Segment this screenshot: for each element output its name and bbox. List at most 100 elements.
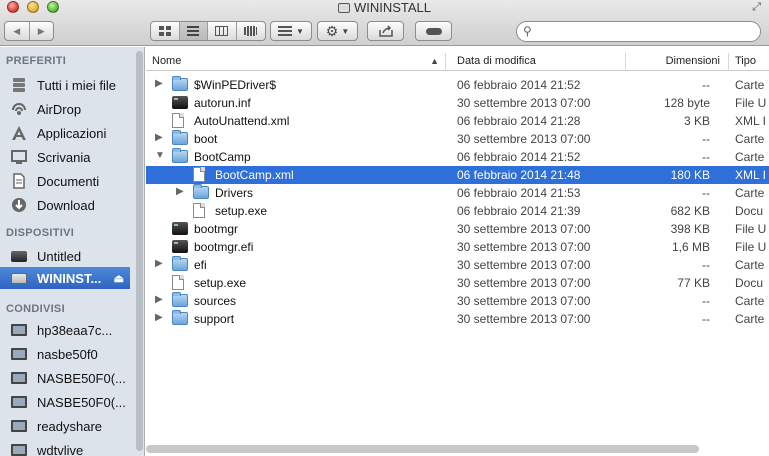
folder-icon	[172, 310, 188, 325]
file-name: setup.exe	[215, 204, 268, 218]
file-date: 06 febbraio 2014 21:28	[457, 114, 581, 128]
sidebar-item-documents[interactable]: Documenti	[10, 170, 135, 192]
sidebar-item-shared[interactable]: hp38eaa7c...	[10, 319, 135, 341]
file-name: BootCamp.xml	[215, 168, 294, 182]
sidebar-item-label: WININST...	[37, 270, 102, 286]
disclosure-closed-icon[interactable]: ▶	[176, 186, 184, 197]
screen-icon	[10, 321, 28, 339]
file-row[interactable]: bootmgr 30 settembre 2013 07:00 398 KB File…	[146, 220, 769, 238]
file-size: --	[702, 258, 710, 272]
sidebar-item-shared[interactable]: nasbe50f0	[10, 343, 135, 365]
disclosure-closed-icon[interactable]: ▶	[155, 294, 163, 305]
sidebar-item-untitled[interactable]: Untitled	[10, 245, 135, 267]
horizontal-scrollbar[interactable]	[146, 445, 699, 453]
file-row[interactable]: ▶ boot 30 settembre 2013 07:00 -- Carte	[146, 130, 769, 148]
sidebar-item-wininstall[interactable]: WININST... ⏏	[0, 267, 130, 289]
sidebar-item-shared[interactable]: wdtvlive	[10, 439, 135, 456]
document-icon	[193, 203, 205, 218]
file-row[interactable]: ▶ $WinPEDriver$ 06 febbraio 2014 21:52 -- Ca…	[146, 76, 769, 94]
column-view-button[interactable]	[208, 22, 237, 40]
sidebar-item-shared[interactable]: readyshare	[10, 415, 135, 437]
file-name: bootmgr.efi	[194, 240, 254, 254]
file-kind: Carte	[735, 150, 765, 164]
drive-icon	[337, 3, 350, 13]
file-row[interactable]: autorun.inf 30 settembre 2013 07:00 128 by…	[146, 94, 769, 112]
coverflow-view-button[interactable]	[237, 22, 265, 40]
file-name: Drivers	[215, 186, 253, 200]
file-row[interactable]: ▶ support 30 settembre 2013 07:00 -- Carte	[146, 310, 769, 328]
disclosure-open-icon[interactable]: ▼	[155, 150, 165, 161]
column-header-label: Nome	[152, 55, 182, 67]
file-name: AutoUnattend.xml	[194, 114, 290, 128]
file-date: 06 febbraio 2014 21:48	[457, 168, 581, 182]
executable-icon	[172, 240, 188, 253]
edit-tags-button[interactable]	[415, 21, 452, 41]
search-input[interactable]	[537, 24, 752, 39]
sidebar-item-applications[interactable]: Applicazioni	[10, 122, 135, 144]
forward-button[interactable]: ▶	[30, 22, 54, 40]
window-title: WININSTALL	[0, 0, 769, 15]
file-row[interactable]: BootCamp.xml 06 febbraio 2014 21:48 180 KB…	[146, 166, 769, 184]
column-header-label: Tipo	[735, 55, 756, 67]
applications-icon	[10, 124, 28, 142]
icon-view-button[interactable]	[151, 22, 180, 40]
sidebar-item-shared[interactable]: NASBE50F0(...	[10, 367, 135, 389]
sidebar-item-label: hp38eaa7c...	[37, 322, 113, 338]
back-forward-buttons: ◀ ▶	[4, 21, 54, 41]
search-field[interactable]: ⚲	[516, 21, 761, 42]
arrange-button[interactable]: ▼	[270, 21, 312, 41]
column-view-icon	[215, 26, 229, 36]
sidebar-item-all-files[interactable]: Tutti i miei file	[10, 74, 135, 96]
file-size: --	[702, 132, 710, 146]
folder-icon	[172, 130, 188, 145]
sidebar-item-shared[interactable]: NASBE50F0(...	[10, 391, 135, 413]
folder-icon	[172, 76, 188, 91]
drive-icon	[10, 269, 28, 287]
file-name: bootmgr	[194, 222, 239, 236]
sidebar-item-label: Documenti	[37, 173, 100, 189]
sidebar-scrollbar[interactable]	[135, 47, 144, 456]
list-view-button[interactable]	[179, 22, 208, 40]
sidebar-item-label: readyshare	[37, 418, 103, 434]
file-kind: File U	[735, 96, 767, 110]
file-row[interactable]: ▼ BootCamp 06 febbraio 2014 21:52 -- Carte	[146, 148, 769, 166]
file-name: boot	[194, 132, 218, 146]
column-header-size[interactable]: Dimensioni	[626, 53, 729, 71]
sidebar-item-download[interactable]: Download	[10, 194, 135, 216]
file-size: --	[702, 294, 710, 308]
file-row[interactable]: AutoUnattend.xml 06 febbraio 2014 21:28 3 …	[146, 112, 769, 130]
file-row[interactable]: ▶ sources 30 settembre 2013 07:00 -- Carte	[146, 292, 769, 310]
column-header-kind[interactable]: Tipo	[729, 53, 769, 71]
disclosure-closed-icon[interactable]: ▶	[155, 132, 163, 143]
fullscreen-icon[interactable]: ⤢	[752, 1, 761, 14]
eject-icon[interactable]: ⏏	[114, 272, 124, 285]
file-name: support	[194, 312, 235, 326]
scrollbar-thumb[interactable]	[136, 51, 143, 451]
folder-icon	[172, 292, 188, 307]
disclosure-closed-icon[interactable]: ▶	[155, 78, 163, 89]
file-row[interactable]: setup.exe 06 febbraio 2014 21:39 682 KB Doc…	[146, 202, 769, 220]
file-date: 30 settembre 2013 07:00	[457, 132, 591, 146]
download-icon	[10, 196, 28, 214]
window-title-text: WININSTALL	[353, 0, 432, 15]
document-icon	[193, 167, 205, 182]
sidebar-item-desktop[interactable]: Scrivania	[10, 146, 135, 168]
file-kind: Docu	[735, 276, 764, 290]
disclosure-closed-icon[interactable]: ▶	[155, 312, 163, 323]
column-header-date[interactable]: Data di modifica	[451, 53, 626, 71]
disclosure-closed-icon[interactable]: ▶	[155, 258, 163, 269]
file-row[interactable]: setup.exe 30 settembre 2013 07:00 77 KB Doc…	[146, 274, 769, 292]
file-row[interactable]: ▶ Drivers 06 febbraio 2014 21:53 -- Carte	[146, 184, 769, 202]
gear-icon: ⚙	[325, 22, 339, 39]
screen-icon	[10, 369, 28, 387]
sidebar-item-airdrop[interactable]: AirDrop	[10, 98, 135, 120]
file-kind: Carte	[735, 78, 765, 92]
file-size: 77 KB	[677, 276, 710, 290]
action-button[interactable]: ⚙ ▼	[317, 21, 358, 41]
file-row[interactable]: ▶ efi 30 settembre 2013 07:00 -- Carte	[146, 256, 769, 274]
share-button[interactable]	[367, 21, 404, 41]
back-button[interactable]: ◀	[5, 22, 30, 40]
column-header-name[interactable]: Nome ▲	[146, 53, 446, 71]
tag-icon	[425, 27, 442, 35]
file-row[interactable]: bootmgr.efi 30 settembre 2013 07:00 1,6 MB…	[146, 238, 769, 256]
